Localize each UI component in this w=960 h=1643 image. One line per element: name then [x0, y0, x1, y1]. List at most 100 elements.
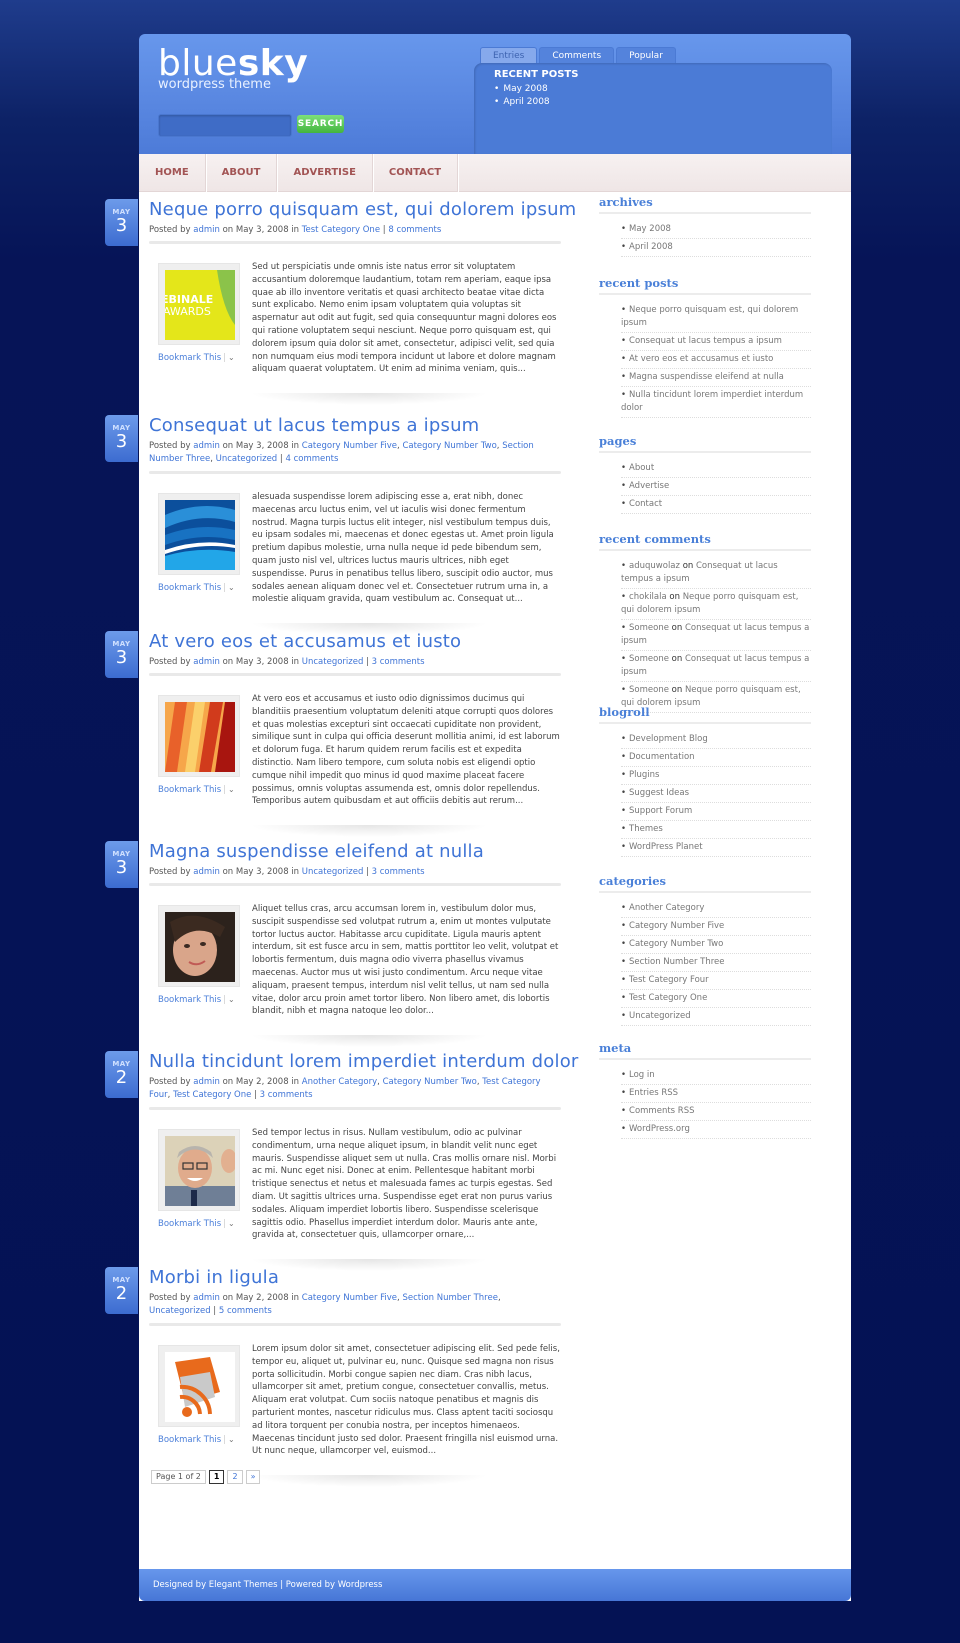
widget-link[interactable]: Suggest Ideas [621, 785, 811, 803]
widget-link[interactable]: At vero eos et accusamus et iusto [621, 351, 811, 369]
widget-link[interactable]: Themes [621, 821, 811, 839]
nav-contact[interactable]: CONTACT [373, 154, 459, 192]
widget-link[interactable]: Support Forum [621, 803, 811, 821]
widget-link[interactable]: Another Category [621, 900, 811, 918]
widget-link[interactable]: WordPress Planet [621, 839, 811, 857]
post-category-link[interactable]: Uncategorized [216, 454, 278, 464]
post-title[interactable]: Nulla tincidunt lorem imperdiet interdum… [149, 1051, 579, 1072]
comment-author[interactable]: aduquwolaz [629, 561, 680, 571]
next-page-button[interactable]: » [245, 1470, 261, 1484]
post-category-link[interactable]: Test Category One [302, 225, 380, 235]
post-author-link[interactable]: admin [193, 867, 220, 877]
bookmark-button[interactable]: Bookmark This | ⌄ [158, 1219, 235, 1229]
widget-link[interactable]: Category Number Two [621, 936, 811, 954]
chevron-down-icon[interactable]: ⌄ [228, 1219, 235, 1228]
comment-author[interactable]: Someone [629, 685, 669, 695]
bookmark-button[interactable]: Bookmark This | ⌄ [158, 1435, 235, 1445]
nav-about[interactable]: ABOUT [206, 154, 278, 192]
bookmark-button[interactable]: Bookmark This | ⌄ [158, 353, 235, 363]
widget-link[interactable]: Consequat ut lacus tempus a ipsum [621, 333, 811, 351]
widget-link[interactable]: Category Number Five [621, 918, 811, 936]
tab-popular[interactable]: Popular [616, 47, 676, 63]
post-category-link[interactable]: Category Number Five [302, 1293, 397, 1303]
widget-link[interactable]: Development Blog [621, 731, 811, 749]
post-category-link[interactable]: Test Category One [173, 1090, 251, 1100]
widget-link[interactable]: May 2008 [621, 221, 811, 239]
widget-link[interactable]: Magna suspendisse eleifend at nulla [621, 369, 811, 387]
bookmark-button[interactable]: Bookmark This | ⌄ [158, 995, 235, 1005]
widget-link[interactable]: April 2008 [621, 239, 811, 257]
post-comments-link[interactable]: 4 comments [285, 454, 338, 464]
post-category-link[interactable]: Section Number Three [402, 1293, 497, 1303]
post-author-link[interactable]: admin [193, 441, 220, 451]
widget-link[interactable]: Log in [621, 1067, 811, 1085]
chevron-down-icon[interactable]: ⌄ [228, 995, 235, 1004]
post-category-link[interactable]: Uncategorized [302, 657, 364, 667]
widget-link[interactable]: Section Number Three [621, 954, 811, 972]
post-author-link[interactable]: admin [193, 225, 220, 235]
in-label: in [291, 657, 300, 667]
widget-link[interactable]: Uncategorized [621, 1008, 811, 1026]
tab-entries[interactable]: Entries [480, 47, 538, 63]
bookmark-button[interactable]: Bookmark This | ⌄ [158, 583, 235, 593]
bookmark-button[interactable]: Bookmark This | ⌄ [158, 785, 235, 795]
nav-home[interactable]: HOME [139, 154, 206, 192]
post-author-link[interactable]: admin [193, 1293, 220, 1303]
widget-link[interactable]: Entries RSS [621, 1085, 811, 1103]
site-logo[interactable]: bluesky wordpress theme [158, 46, 308, 92]
post-category-link[interactable]: Uncategorized [149, 1306, 211, 1316]
post-thumbnail[interactable] [158, 1129, 240, 1211]
post-date: May 3, 2008 [235, 441, 289, 451]
widget-link[interactable]: Test Category Four [621, 972, 811, 990]
widget-link[interactable]: Advertise [621, 478, 811, 496]
widget-link[interactable]: Contact [621, 496, 811, 514]
nav-advertise[interactable]: ADVERTISE [277, 154, 373, 192]
chevron-down-icon[interactable]: ⌄ [228, 583, 235, 592]
post-category-link[interactable]: Another Category [302, 1077, 377, 1087]
post-title[interactable]: Magna suspendisse eleifend at nulla [149, 841, 484, 862]
post-title[interactable]: At vero eos et accusamus et iusto [149, 631, 461, 652]
post-author-link[interactable]: admin [193, 1077, 220, 1087]
post-thumbnail[interactable] [158, 493, 240, 575]
comment-author[interactable]: Someone [629, 623, 669, 633]
widget-link[interactable]: Plugins [621, 767, 811, 785]
page-1-button[interactable]: 1 [208, 1470, 225, 1484]
widget-link[interactable]: Neque porro quisquam est, qui dolorem ip… [621, 302, 811, 333]
post-comments-link[interactable]: 5 comments [219, 1306, 272, 1316]
post-comments-link[interactable]: 3 comments [372, 867, 425, 877]
tab-comments[interactable]: Comments [539, 47, 615, 63]
post-title[interactable]: Consequat ut lacus tempus a ipsum [149, 415, 479, 436]
post-category-link[interactable]: Category Number Two [402, 441, 496, 451]
post-thumbnail[interactable] [158, 1345, 240, 1427]
chevron-down-icon[interactable]: ⌄ [228, 785, 235, 794]
post-category-link[interactable]: Uncategorized [302, 867, 364, 877]
bookmark-label: Bookmark This [158, 785, 222, 795]
chevron-down-icon[interactable]: ⌄ [228, 353, 235, 362]
post-comments-link[interactable]: 3 comments [260, 1090, 313, 1100]
widget-link[interactable]: Comments RSS [621, 1103, 811, 1121]
post-thumbnail[interactable]: EBINALE AWARDS [158, 263, 240, 345]
post-title[interactable]: Morbi in ligula [149, 1267, 279, 1288]
widget-link[interactable]: Test Category One [621, 990, 811, 1008]
post-comments-link[interactable]: 3 comments [372, 657, 425, 667]
page-2-button[interactable]: 2 [227, 1470, 243, 1484]
comment-author[interactable]: Someone [629, 654, 669, 664]
post-category-link[interactable]: Category Number Five [302, 441, 397, 451]
tab-panel-item[interactable]: April 2008 [494, 96, 549, 109]
chevron-down-icon[interactable]: ⌄ [228, 1435, 235, 1444]
widget-link[interactable]: About [621, 460, 811, 478]
widget-link[interactable]: WordPress.org [621, 1121, 811, 1139]
recent-comment-item: Someone on Consequat ut lacus tempus a i… [621, 651, 811, 682]
comment-author[interactable]: chokilala [629, 592, 667, 602]
search-input[interactable] [158, 114, 292, 137]
widget-link[interactable]: Documentation [621, 749, 811, 767]
post-thumbnail[interactable] [158, 905, 240, 987]
search-button[interactable]: SEARCH [297, 115, 344, 133]
post-title[interactable]: Neque porro quisquam est, qui dolorem ip… [149, 199, 576, 220]
post-category-link[interactable]: Category Number Two [383, 1077, 477, 1087]
post-author-link[interactable]: admin [193, 657, 220, 667]
post-thumbnail[interactable] [158, 695, 240, 777]
widget-link[interactable]: Nulla tincidunt lorem imperdiet interdum… [621, 387, 811, 418]
tab-panel-item[interactable]: May 2008 [494, 83, 550, 96]
post-comments-link[interactable]: 8 comments [388, 225, 441, 235]
